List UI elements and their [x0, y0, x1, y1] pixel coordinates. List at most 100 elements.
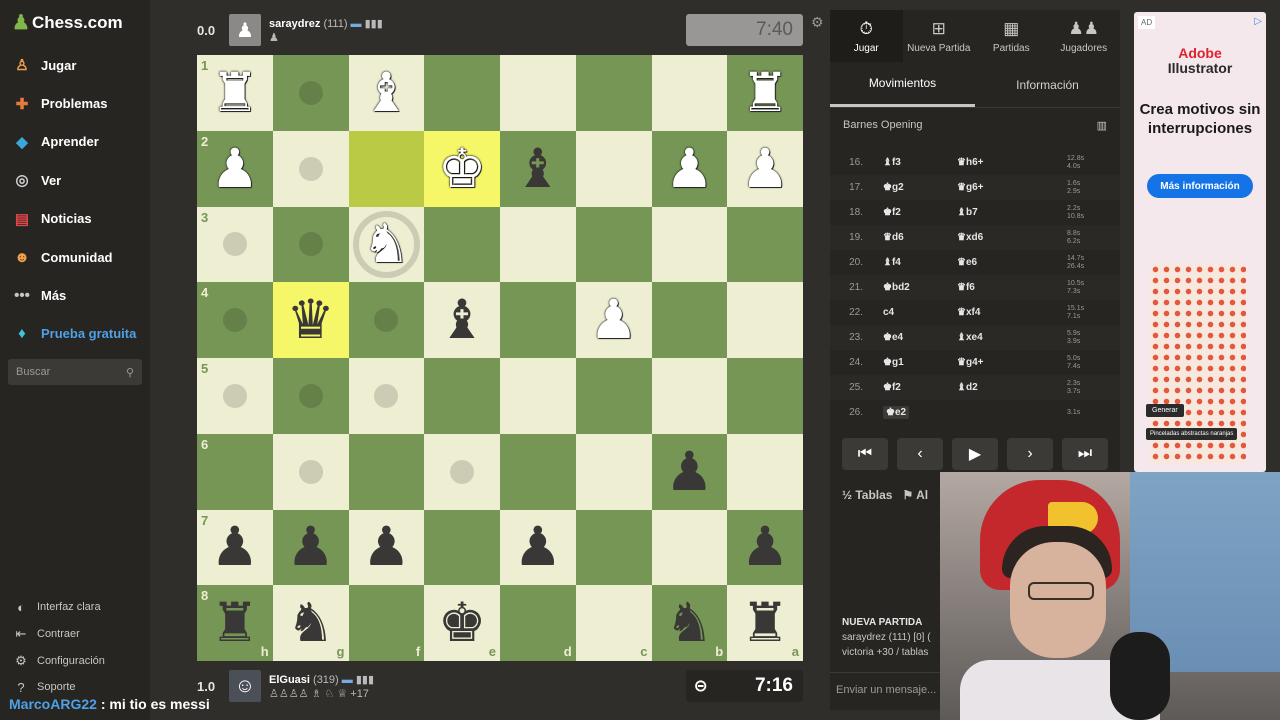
sidebar-item-noticias[interactable]: ▤ Noticias: [0, 200, 150, 238]
board-square[interactable]: g ♞: [272, 585, 349, 661]
black-move[interactable]: ♛g6+: [957, 182, 1067, 193]
board-square[interactable]: [575, 433, 652, 510]
board-square[interactable]: [651, 206, 728, 283]
board-square[interactable]: ♞: [348, 206, 425, 283]
legal-move-dot[interactable]: [374, 383, 399, 408]
legal-move-dot[interactable]: [222, 308, 247, 333]
black-queen-icon[interactable]: ♛: [286, 293, 334, 347]
board-square[interactable]: [651, 55, 728, 131]
white-move[interactable]: c4: [875, 307, 957, 318]
black-pawn-icon[interactable]: ♟: [741, 520, 789, 574]
board-square[interactable]: f: [348, 585, 425, 661]
black-move[interactable]: ♛e6: [957, 257, 1067, 268]
white-move[interactable]: ♚e4: [875, 332, 957, 343]
tab-partidas[interactable]: ▦ Partidas: [975, 10, 1048, 62]
white-move[interactable]: ♝f4: [875, 257, 957, 268]
tab-nueva-partida[interactable]: ⊞ Nueva Partida: [903, 10, 976, 62]
board-square[interactable]: ♚: [424, 130, 500, 207]
board-square[interactable]: [575, 206, 652, 283]
board-settings-gear-icon[interactable]: ⚙: [811, 14, 824, 31]
board-square[interactable]: ♝: [500, 130, 576, 207]
board-square[interactable]: [727, 206, 803, 283]
ad-choices-icon[interactable]: ▷: [1254, 16, 1262, 27]
top-player-name[interactable]: saraydrez: [269, 18, 320, 30]
avatar[interactable]: ☺: [229, 670, 261, 702]
board-square[interactable]: [272, 358, 349, 434]
black-pawn-icon[interactable]: ♟: [362, 520, 410, 574]
logo[interactable]: ♟ Chess.com: [12, 10, 123, 35]
board-square[interactable]: [575, 55, 652, 131]
white-move[interactable]: ♚g1: [875, 357, 957, 368]
black-move[interactable]: ♛g4+: [957, 357, 1067, 368]
black-move[interactable]: ♝b7: [957, 207, 1067, 218]
legal-move-dot[interactable]: [298, 383, 323, 408]
board-square[interactable]: ♟: [500, 509, 576, 586]
board-square[interactable]: 1 ♜: [197, 55, 273, 131]
black-pawn-icon[interactable]: ♟: [211, 520, 259, 574]
white-rook-icon[interactable]: ♜: [211, 65, 259, 120]
white-pawn-icon[interactable]: ♟: [589, 293, 637, 347]
board-square[interactable]: [500, 282, 576, 358]
board-square[interactable]: [500, 358, 576, 434]
first-move-button[interactable]: ⏮: [842, 438, 888, 470]
board-square[interactable]: [500, 206, 576, 283]
board-square[interactable]: ♝: [424, 282, 500, 358]
board-square[interactable]: [727, 358, 803, 434]
sidebar-item-problemas[interactable]: ✚ Problemas: [0, 84, 150, 122]
board-square[interactable]: [348, 282, 425, 358]
white-move[interactable]: ♚e2: [875, 406, 957, 419]
sidebar-item-ver[interactable]: ◎ Ver: [0, 161, 150, 199]
legal-move-dot[interactable]: [298, 80, 323, 105]
book-icon[interactable]: ▥: [1097, 119, 1107, 132]
board-square[interactable]: c: [575, 585, 652, 661]
black-king-icon[interactable]: ♚: [438, 596, 486, 650]
advertisement[interactable]: AD ▷ Adobe Illustrator Crea motivos sin …: [1134, 12, 1266, 472]
black-move[interactable]: ♛xf4: [957, 307, 1067, 318]
board-square[interactable]: [651, 358, 728, 434]
abort-button[interactable]: ⚑ Al: [902, 488, 928, 502]
bottom-player-name[interactable]: ElGuasi: [269, 674, 310, 686]
board-square[interactable]: [424, 509, 500, 586]
board-square[interactable]: ♟: [272, 509, 349, 586]
draw-button[interactable]: ½ Tablas: [842, 488, 892, 502]
board-square[interactable]: [424, 358, 500, 434]
board-square[interactable]: [727, 282, 803, 358]
board-square[interactable]: d: [500, 585, 576, 661]
board-square[interactable]: 4: [197, 282, 273, 358]
board-square[interactable]: ♟: [651, 130, 728, 207]
search-input[interactable]: Buscar ⚲: [8, 359, 142, 385]
legal-move-dot[interactable]: [298, 459, 323, 484]
white-pawn-icon[interactable]: ♟: [665, 141, 713, 196]
board-square[interactable]: [500, 433, 576, 510]
white-move[interactable]: ♝f3: [875, 157, 957, 168]
sidebar-item-prueba-gratuita[interactable]: ♦ Prueba gratuita: [0, 315, 150, 353]
black-move[interactable]: ♛xd6: [957, 232, 1067, 243]
last-move-button[interactable]: ⏭: [1062, 438, 1108, 470]
black-move[interactable]: ♛f6: [957, 282, 1067, 293]
board-square[interactable]: 3: [197, 206, 273, 283]
board-square[interactable]: [424, 433, 500, 510]
board-square[interactable]: [272, 55, 349, 131]
tab-jugadores[interactable]: ♟♟ Jugadores: [1048, 10, 1121, 62]
board-square[interactable]: ♟: [575, 282, 652, 358]
board-square[interactable]: [424, 206, 500, 283]
board-square[interactable]: ♝: [348, 55, 425, 131]
sidebar-item-contraer[interactable]: ⇤ Contraer: [0, 621, 150, 648]
board-square[interactable]: ♟: [348, 509, 425, 586]
white-king-icon[interactable]: ♚: [438, 141, 486, 196]
legal-move-dot[interactable]: [222, 232, 247, 257]
legal-move-dot[interactable]: [298, 156, 323, 181]
board-square[interactable]: [575, 358, 652, 434]
white-move[interactable]: ♛d6: [875, 232, 957, 243]
sidebar-item-jugar[interactable]: ♙ Jugar: [0, 46, 150, 84]
board-square[interactable]: ♛: [272, 282, 349, 358]
black-rook-icon[interactable]: ♜: [211, 596, 259, 650]
board-square[interactable]: 2 ♟: [197, 130, 273, 207]
white-move[interactable]: ♚f2: [875, 207, 957, 218]
board-square[interactable]: [575, 130, 652, 207]
board-square[interactable]: [651, 282, 728, 358]
chess-board[interactable]: 1 ♜ ♝ ♜ 2 ♟ ♚ ♝ ♟ ♟ 3 ♞ 4 ♛ ♝ ♟ 5 6 ♟ 7 ♟ ♟ ♟ ♟ ♟ 8 h ♜ g ♞ f e ♚ d c b ♞ a ♜: [197, 55, 803, 661]
board-square[interactable]: [272, 206, 349, 283]
board-square[interactable]: e ♚: [424, 585, 500, 661]
board-square[interactable]: b ♞: [651, 585, 728, 661]
